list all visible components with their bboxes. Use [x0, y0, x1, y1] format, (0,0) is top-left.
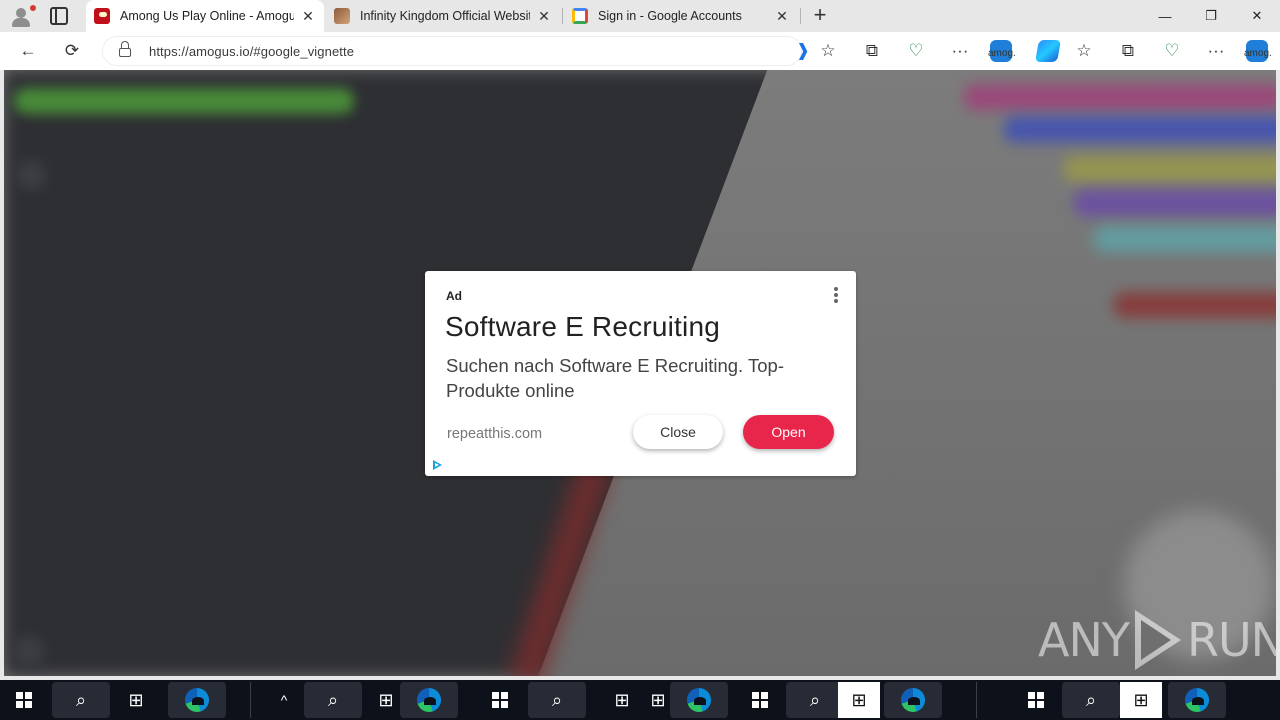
ad-description[interactable]: Suchen nach Software E Recruiting. Top-P… — [446, 353, 836, 403]
edge-icon — [1185, 688, 1209, 712]
task-view-button-6[interactable]: ⊞ — [1120, 682, 1162, 718]
bing-icon[interactable]: ❱ — [790, 38, 816, 64]
close-tab-icon[interactable]: ✕ — [774, 8, 790, 24]
ad-label: Ad — [446, 289, 462, 303]
address-bar[interactable]: https://amogus.io/#google_vignette — [102, 36, 802, 66]
taskbar-separator — [976, 682, 977, 718]
collections-icon[interactable]: ⧉ — [859, 38, 885, 64]
back-button[interactable]: ← — [15, 38, 41, 64]
start-button-3[interactable] — [742, 682, 778, 718]
blurred-shape — [16, 160, 46, 190]
edge-icon — [417, 688, 441, 712]
notification-dot — [30, 5, 36, 11]
watermark-text-left: ANY — [1038, 613, 1130, 667]
close-tab-icon[interactable]: ✕ — [300, 8, 316, 24]
windows-logo-icon — [492, 692, 508, 708]
taskbar: ⌕ ⊞ ^ ⌕ ⊞ ⌕ ⊞ ⊞ ⌕ ⊞ ⌕ ⊞ — [0, 680, 1280, 720]
search-button-4[interactable]: ⌕ — [786, 682, 844, 718]
task-view-button[interactable]: ⊞ — [118, 682, 154, 718]
blurred-color-bar — [1114, 292, 1276, 318]
blurred-shape — [14, 636, 44, 666]
amogus-favicon-icon — [94, 8, 110, 24]
ad-options-icon[interactable] — [832, 287, 840, 305]
edge-taskbar-button-2[interactable] — [400, 682, 458, 718]
tab-google-sign-in[interactable]: Sign in - Google Accounts ✕ — [564, 0, 798, 32]
copilot-icon[interactable] — [1035, 40, 1061, 62]
edge-taskbar-button-4[interactable] — [884, 682, 942, 718]
start-button[interactable] — [6, 682, 42, 718]
blurred-color-bar — [964, 84, 1276, 110]
browser-essentials-icon[interactable]: ♡ — [903, 38, 929, 64]
url-text[interactable]: https://amogus.io/#google_vignette — [149, 44, 354, 59]
refresh-button[interactable]: ⟳ — [59, 38, 85, 64]
open-ad-button[interactable]: Open — [743, 415, 834, 449]
restore-button[interactable]: ❐ — [1188, 0, 1234, 32]
more-options-icon-2[interactable]: ··· — [1203, 38, 1229, 64]
ad-title[interactable]: Software E Recruiting — [445, 311, 720, 343]
tab-infinity-kingdom[interactable]: Infinity Kingdom Official Website ✕ — [326, 0, 560, 32]
adchoices-icon[interactable] — [433, 460, 442, 470]
infinity-kingdom-favicon-icon — [334, 8, 350, 24]
edge-taskbar-button-5[interactable] — [1168, 682, 1226, 718]
blurred-green-bar — [14, 88, 354, 114]
windows-logo-icon — [1028, 692, 1044, 708]
profile-button[interactable] — [8, 4, 36, 28]
start-button-4[interactable] — [1018, 682, 1054, 718]
favorites-icon[interactable]: ☆ — [815, 38, 841, 64]
ad-domain[interactable]: repeatthis.com — [447, 426, 542, 442]
tab-title: Among Us Play Online - Amogus — [120, 9, 294, 23]
favorites-icon-2[interactable]: ☆ — [1071, 38, 1097, 64]
search-button-3[interactable]: ⌕ — [528, 682, 586, 718]
search-button-5[interactable]: ⌕ — [1062, 682, 1120, 718]
blurred-color-bar — [1004, 116, 1276, 142]
edge-icon — [687, 688, 711, 712]
extension-label-2: amog. — [1244, 48, 1272, 59]
lock-icon[interactable] — [119, 41, 131, 57]
windows-logo-icon — [752, 692, 768, 708]
new-tab-button[interactable]: + — [808, 4, 832, 28]
blurred-color-bar — [1094, 226, 1276, 252]
tab-among-us[interactable]: Among Us Play Online - Amogus ✕ — [86, 0, 324, 32]
more-options-icon[interactable]: ··· — [947, 38, 973, 64]
tab-title: Sign in - Google Accounts — [598, 9, 742, 23]
start-button-2[interactable] — [482, 682, 518, 718]
edge-icon — [185, 688, 209, 712]
play-icon — [1134, 610, 1181, 670]
browser-toolbar: ← ⟳ https://amogus.io/#google_vignette ❱… — [0, 32, 1280, 70]
profile-avatar-icon — [16, 8, 26, 18]
anyrun-watermark: ANY RUN — [1038, 610, 1276, 670]
windows-logo-icon — [16, 692, 32, 708]
search-button[interactable]: ⌕ — [52, 682, 110, 718]
tab-separator — [800, 8, 801, 24]
watermark-text-right: RUN — [1186, 613, 1276, 667]
task-view-button-5[interactable]: ⊞ — [838, 682, 880, 718]
browser-essentials-icon-2[interactable]: ♡ — [1159, 38, 1185, 64]
task-view-button-3[interactable]: ⊞ — [604, 682, 640, 718]
taskbar-separator — [250, 682, 251, 718]
vignette-ad[interactable]: Ad Software E Recruiting Suchen nach Sof… — [425, 271, 856, 476]
search-button-2[interactable]: ⌕ — [304, 682, 362, 718]
task-view-button-2[interactable]: ⊞ — [368, 682, 404, 718]
extension-label: amog. — [988, 48, 1016, 59]
close-tab-icon[interactable]: ✕ — [536, 8, 552, 24]
edge-taskbar-button[interactable] — [168, 682, 226, 718]
minimize-button[interactable]: — — [1142, 0, 1188, 32]
tab-strip: Among Us Play Online - Amogus ✕ Infinity… — [0, 0, 1280, 32]
collections-icon-2[interactable]: ⧉ — [1115, 38, 1141, 64]
tab-title: Infinity Kingdom Official Website — [360, 9, 530, 23]
google-favicon-icon — [572, 8, 588, 24]
tab-actions-icon[interactable] — [50, 7, 68, 25]
edge-taskbar-button-3[interactable] — [670, 682, 728, 718]
close-ad-button[interactable]: Close — [633, 415, 723, 449]
blurred-color-bar — [1064, 156, 1276, 182]
tab-separator — [562, 8, 563, 24]
blurred-color-bar — [1074, 190, 1276, 216]
show-hidden-icons-button[interactable]: ^ — [266, 682, 302, 718]
close-window-button[interactable]: ✕ — [1234, 0, 1280, 32]
edge-icon — [901, 688, 925, 712]
